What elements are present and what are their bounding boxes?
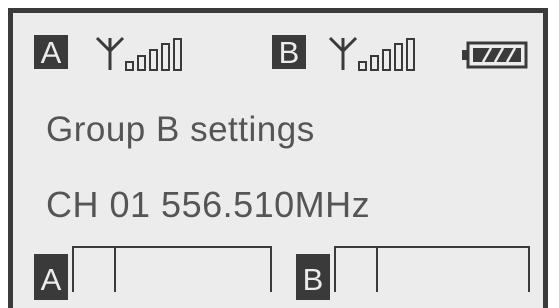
channel-a-indicator: A	[34, 35, 68, 70]
signal-bar	[382, 49, 391, 71]
channel-a-label: A	[40, 35, 62, 70]
meter-a-indicator: A	[34, 254, 68, 300]
lcd-display: A B Group B settings CH 01 556.510MHz A …	[8, 8, 548, 308]
channel-b-label: B	[278, 35, 300, 70]
meter-b-indicator: B	[296, 254, 330, 300]
signal-bar	[161, 43, 170, 71]
signal-bar	[406, 38, 415, 71]
antenna-icon	[95, 36, 125, 70]
signal-strength-a	[125, 37, 182, 71]
battery-icon	[462, 41, 528, 69]
signal-bar	[358, 61, 367, 71]
signal-bar	[149, 49, 158, 71]
signal-bar	[173, 38, 182, 71]
signal-strength-b	[358, 37, 415, 71]
channel-b-indicator: B	[272, 35, 306, 70]
meter-segment	[74, 248, 117, 292]
meter-segment	[116, 248, 270, 292]
signal-bar	[125, 61, 134, 71]
level-meter-b	[334, 246, 530, 292]
group-settings-label: Group B settings	[46, 110, 315, 149]
signal-bar	[394, 43, 403, 71]
meter-a-label: A	[40, 262, 62, 297]
signal-bar	[137, 55, 146, 71]
meter-segment	[378, 248, 528, 292]
signal-bar	[370, 55, 379, 71]
meter-b-label: B	[302, 262, 324, 297]
channel-frequency-readout: CH 01 556.510MHz	[46, 184, 371, 225]
battery-level	[473, 47, 521, 63]
antenna-icon	[328, 36, 358, 70]
level-meter-a	[72, 246, 272, 292]
meter-segment	[336, 248, 379, 292]
